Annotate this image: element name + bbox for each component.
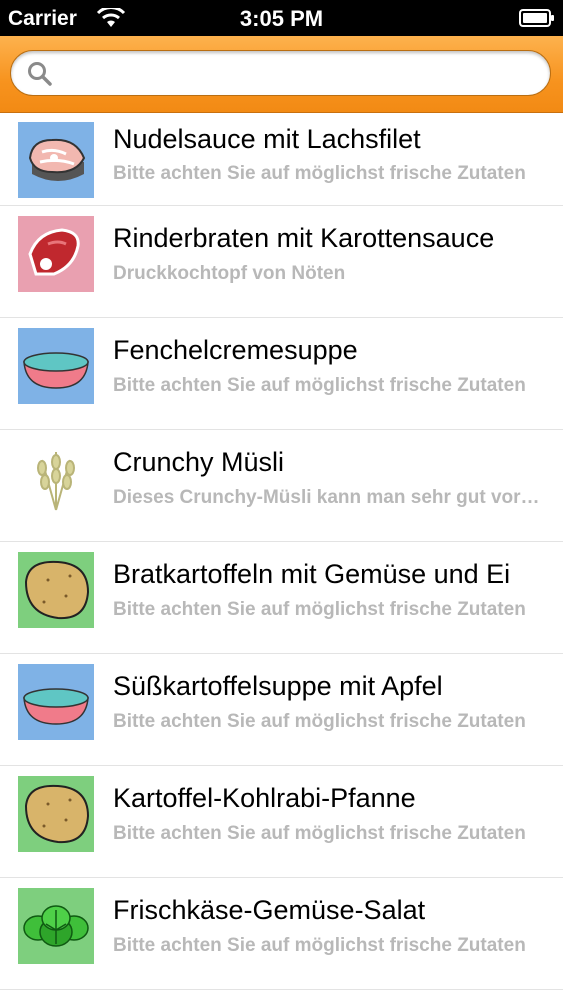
recipe-subtitle: Bitte achten Sie auf möglichst frische Z… <box>113 935 526 956</box>
recipe-row[interactable]: Rinderbraten mit Karottensauce Druckkocht… <box>0 206 563 318</box>
recipe-title: Bratkartoffeln mit Gemüse und Ei <box>113 559 511 589</box>
status-bar: Carrier 3:05 PM <box>0 0 563 36</box>
lettuce-icon <box>18 888 94 964</box>
search-bar <box>0 36 563 113</box>
potato-icon <box>18 552 94 628</box>
clock: 3:05 PM <box>239 6 324 31</box>
recipe-subtitle: Bitte achten Sie auf möglichst frische Z… <box>113 375 526 396</box>
recipe-subtitle: Druckkochtopf von Nöten <box>113 263 346 284</box>
battery-icon <box>519 9 554 27</box>
recipe-title: Nudelsauce mit Lachsfilet <box>113 124 421 154</box>
soup-bowl-icon <box>18 664 94 740</box>
recipe-title: Crunchy Müsli <box>113 447 285 477</box>
recipe-row[interactable]: Kartoffel-Kohlrabi-Pfanne Bitte achten Si… <box>0 766 563 878</box>
recipe-title: Frischkäse-Gemüse-Salat <box>113 895 426 925</box>
recipe-title: Kartoffel-Kohlrabi-Pfanne <box>113 783 416 813</box>
wheat-icon <box>18 440 94 516</box>
search-field[interactable] <box>10 50 551 97</box>
recipe-title: Süßkartoffelsuppe mit Apfel <box>113 671 443 701</box>
recipe-subtitle: Bitte achten Sie auf möglichst frische Z… <box>113 163 526 184</box>
recipe-subtitle: Dieses Crunchy-Müsli kann man sehr gut v… <box>113 487 545 508</box>
search-input[interactable] <box>63 51 537 97</box>
recipe-row[interactable]: Süßkartoffelsuppe mit Apfel Bitte achten … <box>0 654 563 766</box>
recipe-row[interactable]: Bratkartoffeln mit Gemüse und Ei Bitte ac… <box>0 542 563 654</box>
potato-icon <box>18 776 94 852</box>
salmon-steak-icon <box>18 122 94 198</box>
recipe-title: Rinderbraten mit Karottensauce <box>113 223 495 253</box>
recipe-list: Nudelsauce mit Lachsfilet Bitte achten Si… <box>0 112 563 990</box>
recipe-title: Fenchelcremesuppe <box>113 335 358 365</box>
recipe-subtitle: Bitte achten Sie auf möglichst frische Z… <box>113 599 526 620</box>
recipe-subtitle: Bitte achten Sie auf möglichst frische Z… <box>113 823 526 844</box>
search-icon <box>28 62 52 86</box>
beef-steak-icon <box>18 216 94 292</box>
recipe-row[interactable]: Fenchelcremesuppe Bitte achten Sie auf mö… <box>0 318 563 430</box>
recipe-subtitle: Bitte achten Sie auf möglichst frische Z… <box>113 711 526 732</box>
soup-bowl-icon <box>18 328 94 404</box>
recipe-row[interactable]: Crunchy Müsli Dieses Crunchy-Müsli kann m… <box>0 430 563 542</box>
recipe-row[interactable]: Frischkäse-Gemüse-Salat Bitte achten Sie … <box>0 878 563 990</box>
recipe-row[interactable]: Nudelsauce mit Lachsfilet Bitte achten Si… <box>0 112 563 206</box>
